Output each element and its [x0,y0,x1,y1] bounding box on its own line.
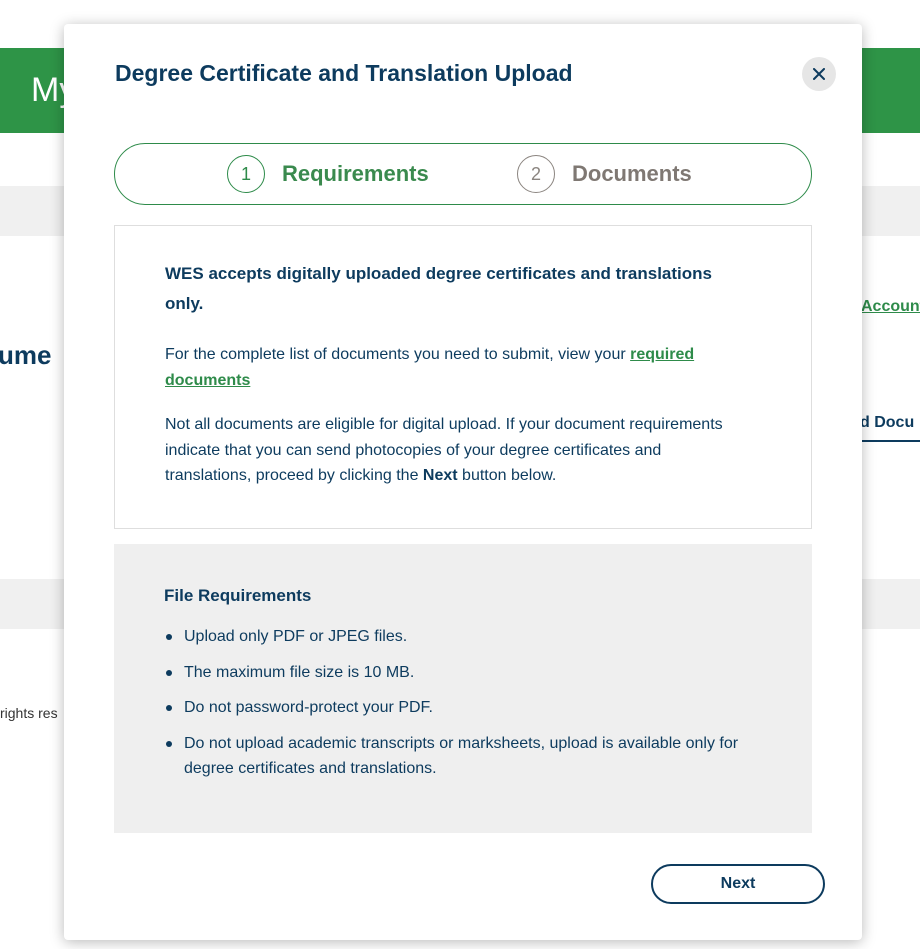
bullet-icon [166,634,172,640]
list-item: Upload only PDF or JPEG files. [164,624,764,650]
background-account-link[interactable]: Account [861,298,920,316]
bullet-icon [166,669,172,676]
info-panel: WES accepts digitally uploaded degree ce… [114,225,812,529]
step-indicator: 1 Requirements 2 Documents [114,143,812,205]
file-requirements-panel: File Requirements Upload only PDF or JPE… [114,544,812,833]
step-documents[interactable]: 2 Documents [517,155,692,193]
close-button[interactable] [802,57,836,91]
list-item: The maximum file size is 10 MB. [164,660,764,686]
step-number-circle: 1 [227,155,265,193]
next-emphasis: Next [422,467,458,484]
info-heading: WES accepts digitally uploaded degree ce… [165,264,712,313]
modal-title: Degree Certificate and Translation Uploa… [115,60,573,86]
info-paragraph: For the complete list of documents you n… [165,342,745,394]
close-icon [813,68,825,80]
bullet-icon [166,740,172,747]
list-item: Do not upload academic transcripts or ma… [164,731,764,782]
list-item-text: Do not upload academic transcripts or ma… [184,734,739,778]
info-paragraph: Not all documents are eligible for digit… [165,412,745,489]
background-page-heading: ume [0,340,52,370]
list-item-text: Upload only PDF or JPEG files. [184,628,408,645]
footer-copyright: rights res [0,705,58,721]
file-requirements-list: Upload only PDF or JPEG files. The maxim… [164,624,764,792]
next-button[interactable]: Next [651,864,825,904]
step-label: Documents [572,161,692,186]
step-number-circle: 2 [517,155,555,193]
list-item-text: The maximum file size is 10 MB. [184,663,415,681]
list-item-text: Do not password-protect your PDF. [184,699,433,716]
list-item: Do not password-protect your PDF. [164,695,764,721]
info-text: button below. [457,467,557,484]
bullet-icon [166,705,172,711]
step-label: Requirements [282,161,429,186]
upload-modal: Degree Certificate and Translation Uploa… [64,24,862,940]
background-upload-button[interactable]: d Docu [860,404,920,442]
info-text: For the complete list of documents you n… [165,346,631,363]
file-requirements-title: File Requirements [164,586,312,605]
step-requirements[interactable]: 1 Requirements [227,155,429,193]
